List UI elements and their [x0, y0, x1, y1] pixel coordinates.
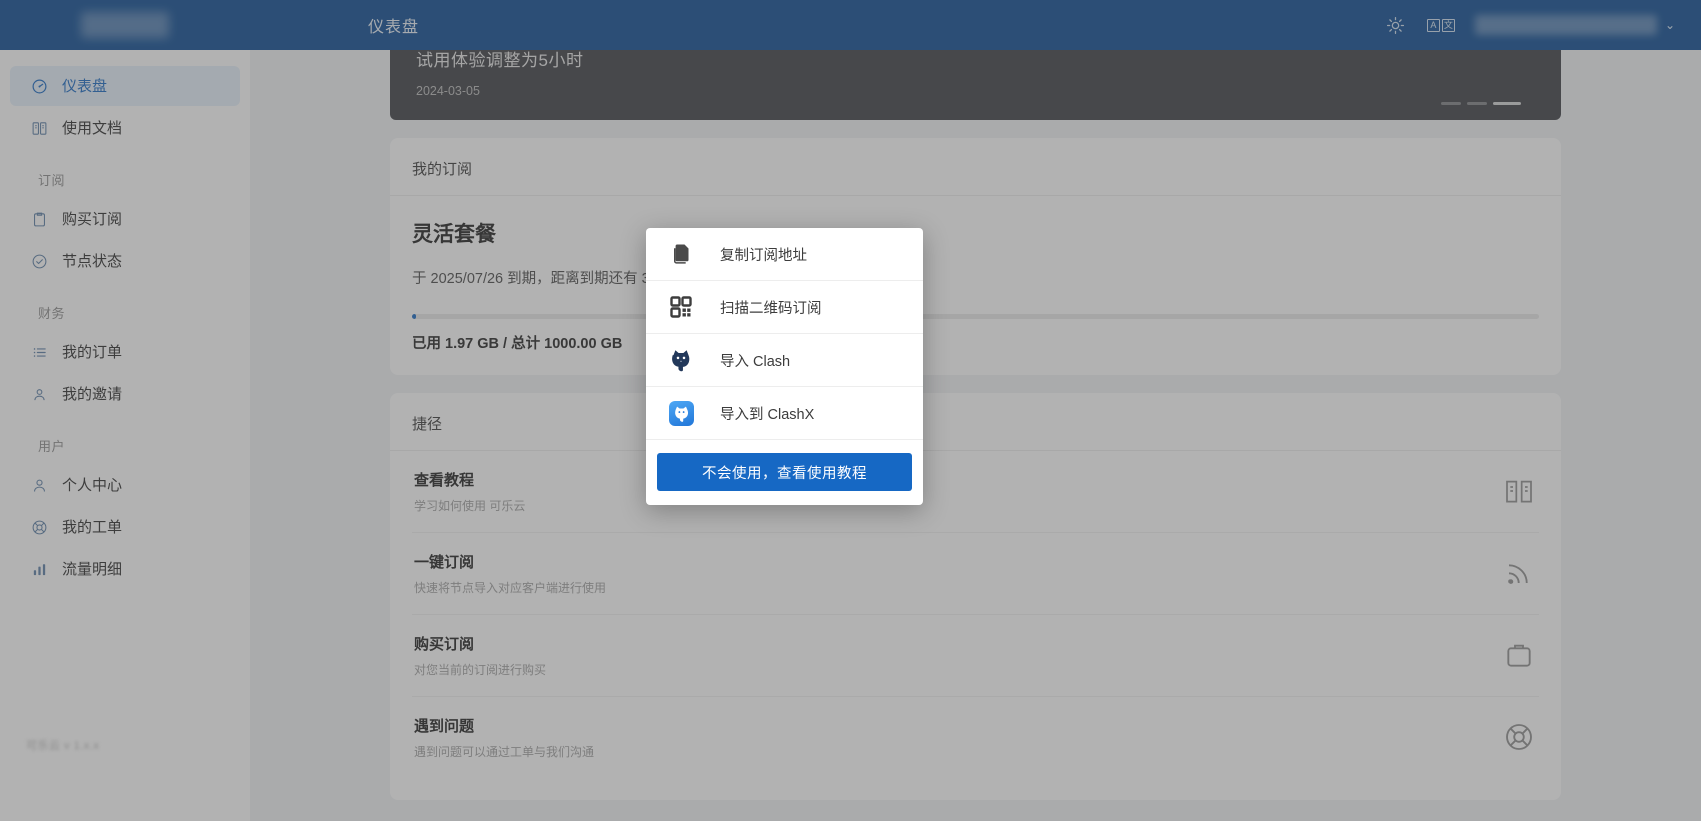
qrcode-icon: [668, 294, 694, 320]
app-root: 仪表盘 使用文档 订阅 购买订阅 节点状态 财务 我的订单 我的邀请 用户 个人…: [0, 0, 1701, 821]
modal-item-import-clashx[interactable]: 导入到 ClashX: [646, 387, 923, 440]
clashx-app-icon: [668, 400, 694, 426]
modal-item-label: 导入 Clash: [720, 353, 791, 370]
clash-cat-icon: [668, 347, 694, 373]
modal-item-label: 导入到 ClashX: [720, 406, 815, 423]
subscribe-options-modal: 复制订阅地址 扫描二维码订阅 导入 Clash 导入到 ClashX 不会使用，…: [646, 228, 923, 505]
view-tutorial-button[interactable]: 不会使用，查看使用教程: [657, 453, 912, 491]
copy-icon: [668, 241, 694, 267]
modal-item-import-clash[interactable]: 导入 Clash: [646, 334, 923, 387]
modal-item-scan-qrcode[interactable]: 扫描二维码订阅: [646, 281, 923, 334]
modal-item-label: 复制订阅地址: [720, 247, 807, 264]
modal-item-label: 扫描二维码订阅: [720, 300, 822, 317]
modal-item-copy-subscription-url[interactable]: 复制订阅地址: [646, 228, 923, 281]
